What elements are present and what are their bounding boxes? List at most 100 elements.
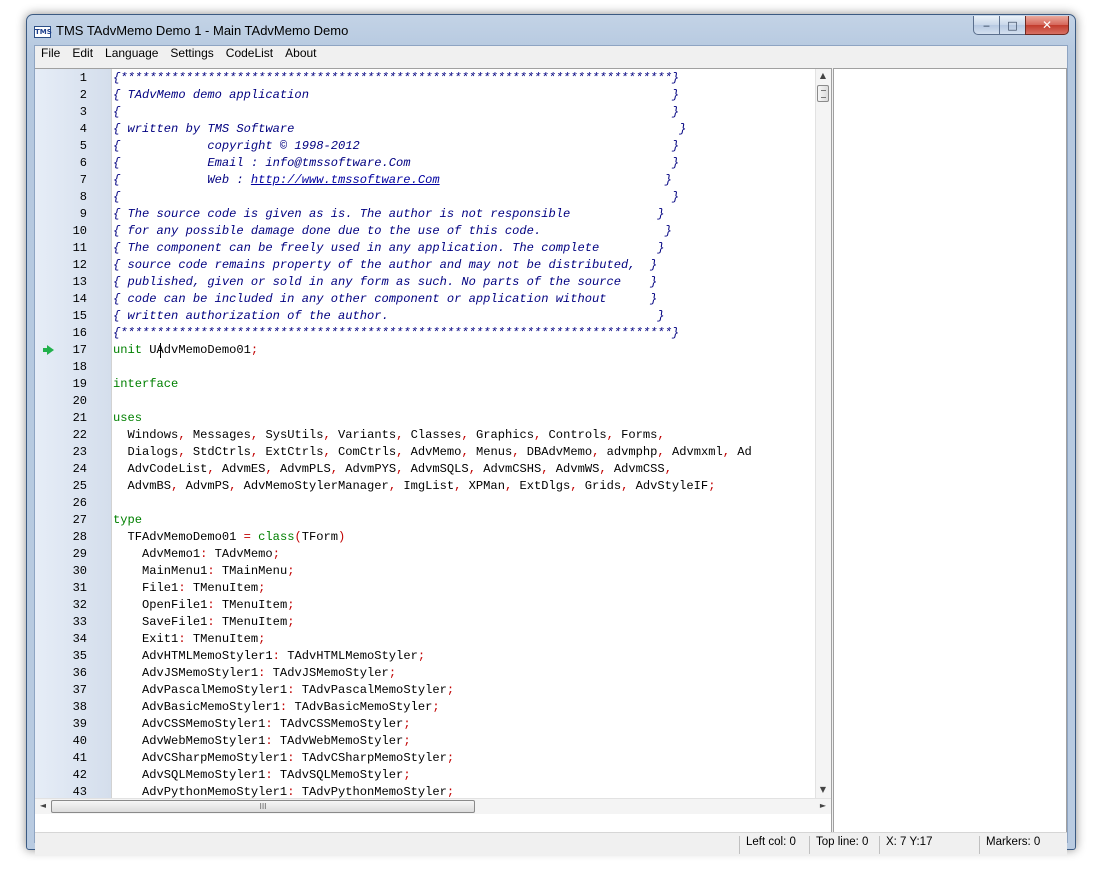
code-line: AdvCodeList, AdvmES, AdvmPLS, AdvmPYS, A… [113,461,672,478]
symbol-token: : [207,564,215,578]
code-line: { The component can be freely used in an… [113,241,665,255]
line-number-gutter[interactable]: 1 2 3 4 5 6 7 8 9 10 11 12 13 14 15 16 17 18 19 20 21 22 23 24 2… [35,69,111,799]
code-line: File1: TMenuItem; [113,580,265,597]
keyword-token: type [113,513,143,527]
symbol-token: ; [708,479,716,493]
code-token: AdvmPLS [272,462,331,476]
menu-edit[interactable]: Edit [66,46,99,67]
symbol-token: : [265,734,273,748]
code-token: XPMan [461,479,505,493]
symbol-token: ; [287,564,295,578]
line-number: 28 [72,530,87,544]
status-markers: Markers: 0 [979,836,1067,854]
menu-codelist[interactable]: CodeList [220,46,279,67]
keyword-token: unit [113,343,143,357]
code-token: ExtCtrls [258,445,324,459]
menu-about[interactable]: About [279,46,322,67]
symbol-token: ; [250,343,259,357]
menu-settings[interactable]: Settings [164,46,219,67]
code-token: AdvmSQLS [403,462,469,476]
maximize-button[interactable]: □ [999,16,1025,35]
line-number: 1 [79,71,87,85]
code-token: TAdvMemo [207,547,273,561]
line-number: 5 [79,139,87,153]
code-token: TMenuItem [185,632,259,646]
close-button[interactable]: ✕ [1025,16,1069,35]
symbol-token: ; [403,734,411,748]
line-number: 10 [72,224,87,238]
line-number: 4 [79,122,87,136]
code-token: TMenuItem [185,581,259,595]
code-token: AdvmBS [113,479,172,493]
url-link[interactable]: http://www.tmssoftware.Com [251,173,440,187]
code-token: MainMenu1 [113,564,208,578]
code-token: AdvBasicMemoStyler1 [113,700,280,714]
code-line: AdvPythonMemoStyler1: TAdvPythonMemoStyl… [113,784,454,798]
code-token: ExtDlgs [512,479,571,493]
caption-buttons: ‒ □ ✕ [973,16,1069,36]
scroll-up-arrow-icon[interactable]: ▲ [816,69,830,83]
symbol-token: ; [403,717,411,731]
line-number: 19 [72,377,87,391]
code-line: AdvJSMemoStyler1: TAdvJSMemoStyler; [113,665,396,682]
code-line: { source code remains property of the au… [113,258,658,272]
code-token: Grids [577,479,622,493]
menu-file[interactable]: File [35,46,66,67]
code-text-area[interactable]: {***************************************… [113,69,814,798]
line-number: 21 [72,411,87,425]
code-token: Windows [113,428,179,442]
status-bar: Left col: 0 Top line: 0 X: 7 Y:17 Marker… [35,832,1067,856]
scroll-left-arrow-icon[interactable]: ◄ [36,799,50,813]
code-token: AdvJSMemoStyler1 [113,666,259,680]
app-icon[interactable]: TMS [34,26,52,38]
code-token: Controls [541,428,607,442]
line-number: 39 [72,717,87,731]
code-token: } [439,173,672,187]
symbol-token: ; [446,683,455,697]
line-number: 37 [72,683,87,697]
code-token: AdvCodeList [113,462,208,476]
symbol-token: , [207,462,215,476]
line-number: 34 [72,632,87,646]
minimize-button[interactable]: ‒ [973,16,999,35]
code-line: AdvCSharpMemoStyler1: TAdvCSharpMemoStyl… [113,750,454,767]
code-token: AdvCSSMemoStyler1 [113,717,266,731]
symbol-token: , [664,462,672,476]
code-token: SaveFile1 [113,615,208,629]
symbol-token: , [178,428,186,442]
menu-language[interactable]: Language [99,46,164,67]
code-editor[interactable]: 1 2 3 4 5 6 7 8 9 10 11 12 13 14 15 16 17 18 19 20 21 22 23 24 2… [35,68,832,833]
code-token: TAdvPascalMemoStyler [294,683,447,697]
code-token: OpenFile1 [113,598,208,612]
line-number: 30 [72,564,87,578]
code-line: MainMenu1: TMainMenu; [113,563,294,580]
scroll-right-arrow-icon[interactable]: ► [816,799,830,813]
code-line: { Web : http://www.tmssoftware.Com } [113,172,672,189]
code-token: Messages [185,428,251,442]
code-token: AdvCSharpMemoStyler1 [113,751,288,765]
code-line: { copyright © 1998-2012 } [113,139,680,153]
code-token: Dialogs [113,445,179,459]
symbol-token: : [272,649,280,663]
scroll-down-arrow-icon[interactable]: ▼ [816,783,830,797]
symbol-token: ; [388,666,397,680]
code-line: AdvCSSMemoStyler1: TAdvCSSMemoStyler; [113,716,411,733]
symbol-token: , [722,445,731,459]
title-bar[interactable]: TMS TMS TAdvMemo Demo 1 - Main TAdvMemo … [27,15,1075,47]
horizontal-scrollbar[interactable]: ◄ III ► [35,798,831,814]
vertical-scroll-thumb[interactable] [817,85,829,102]
horizontal-scroll-thumb[interactable]: III [51,800,475,813]
symbol-token: : [207,615,215,629]
symbol-token: , [606,428,614,442]
codelist-panel[interactable] [833,68,1067,833]
line-number: 26 [72,496,87,510]
code-line: { } [113,105,680,119]
code-token: TAdvCSSMemoStyler [272,717,404,731]
code-token: AdvSQLMemoStyler1 [113,768,266,782]
code-token: TAdvBasicMemoStyler [287,700,433,714]
vertical-scrollbar[interactable]: ▲ ▼ [815,69,831,798]
code-token: AdvMemo1 [113,547,201,561]
code-token: TForm [301,530,339,544]
code-token: TMenuItem [214,615,288,629]
symbol-token: ; [258,632,266,646]
